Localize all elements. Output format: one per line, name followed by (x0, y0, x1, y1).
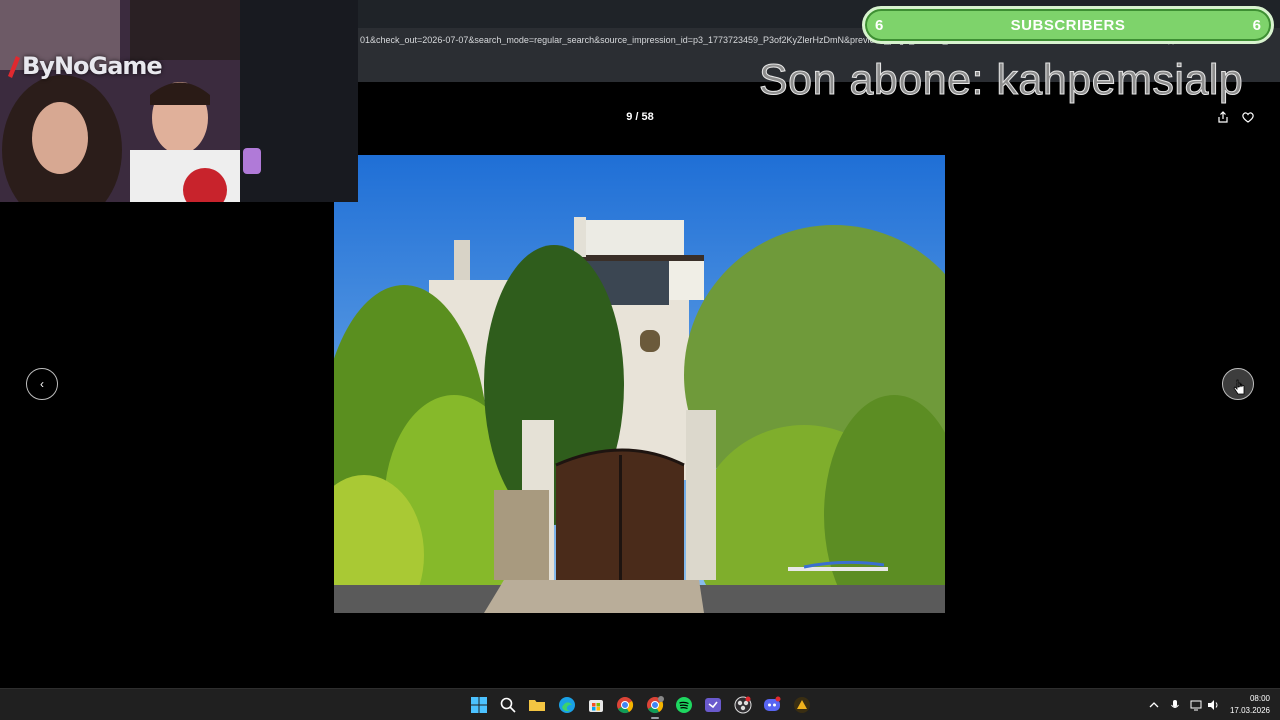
file-explorer-icon[interactable] (528, 696, 546, 714)
streamer-app-icon[interactable] (704, 696, 722, 714)
network-icon[interactable] (1190, 699, 1202, 711)
microsoft-store-icon[interactable] (587, 696, 605, 714)
chrome-icon[interactable] (616, 696, 634, 714)
edge-icon[interactable] (558, 696, 576, 714)
share-icon[interactable] (1216, 110, 1230, 124)
spotify-icon[interactable] (675, 696, 693, 714)
chevron-up-icon[interactable] (1148, 699, 1160, 711)
webcam-logo-text: ByNoGame (22, 52, 163, 80)
windows-start-icon[interactable] (470, 696, 488, 714)
subscriber-goal-widget: 6 SUBSCRIBERS 6 (862, 6, 1274, 44)
bynogame-logo-icon (8, 56, 20, 78)
clock-date[interactable]: 17.03.2026 (1220, 706, 1270, 715)
search-icon[interactable] (499, 696, 517, 714)
webcam-feed (0, 0, 358, 202)
chrome-active-indicator (651, 717, 659, 719)
obs-icon[interactable] (734, 696, 752, 714)
subscriber-label: SUBSCRIBERS (1010, 17, 1126, 34)
warning-app-icon[interactable] (793, 696, 811, 714)
chevron-left-icon: ‹ (40, 377, 44, 391)
previous-photo-button[interactable]: ‹ (26, 368, 58, 400)
microphone-icon[interactable] (1169, 699, 1181, 711)
listing-photo (334, 155, 945, 613)
heart-icon[interactable] (1241, 110, 1255, 124)
subscriber-count-right: 6 (1252, 17, 1261, 34)
volume-icon[interactable] (1207, 699, 1219, 711)
last-subscriber-text: Son abone: kahpemsialp (759, 56, 1244, 105)
discord-icon[interactable] (763, 696, 781, 714)
chrome-profile-icon[interactable] (646, 696, 664, 714)
hand-cursor-icon (1233, 379, 1245, 395)
webcam-overlay: ByNoGame (0, 0, 358, 202)
clock-time[interactable]: 08:00 (1226, 694, 1270, 703)
taskbar: 08:00 17.03.2026 (0, 688, 1280, 720)
photo-counter: 9 / 58 (626, 111, 654, 123)
